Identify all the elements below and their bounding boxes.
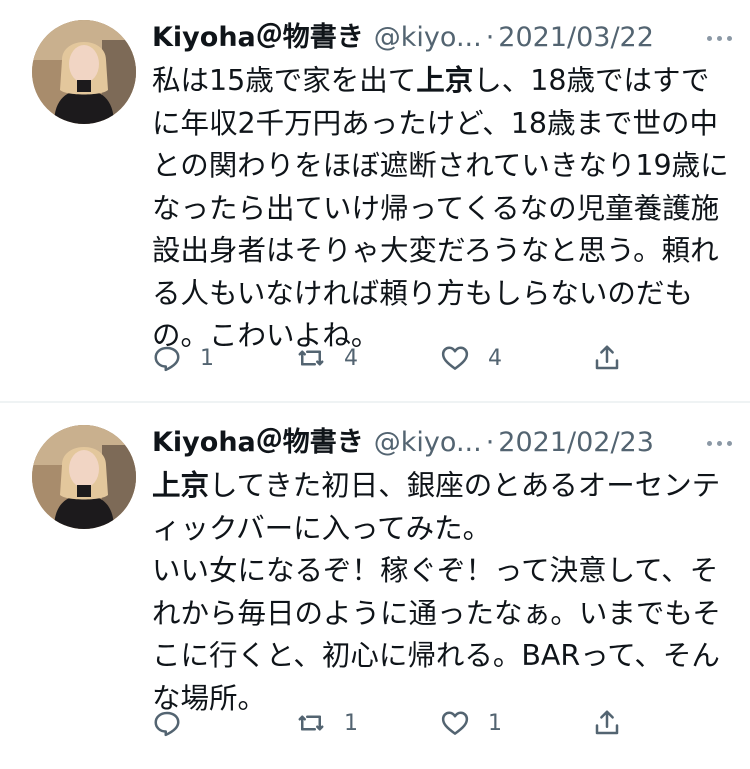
like-icon	[441, 711, 469, 735]
tweet-text: 上京してきた初日、銀座のとあるオーセンティックバーに入ってみた。 いい女になるぞ…	[152, 465, 732, 720]
author-handle[interactable]: @kiyo...	[374, 16, 482, 60]
share-icon	[595, 710, 619, 735]
tweet-text-highlight: 上京	[152, 469, 210, 502]
separator-dot: ·	[485, 427, 495, 458]
retweet-icon	[298, 350, 324, 366]
more-icon[interactable]	[705, 32, 734, 45]
tweet[interactable]: Kiyoha＠物書き @kiyo... · 2021/03/22 私は15歳で家…	[0, 0, 750, 402]
like-count: 1	[488, 710, 502, 736]
reply-icon	[154, 346, 180, 372]
author-name[interactable]: Kiyoha＠物書き	[152, 421, 364, 465]
like-count: 4	[488, 345, 502, 371]
retweet-icon	[298, 715, 324, 731]
retweet-count: 1	[344, 710, 358, 736]
tweet-header: Kiyoha＠物書き @kiyo... · 2021/03/22	[152, 16, 734, 60]
share-icon	[595, 345, 619, 370]
tweet-header: Kiyoha＠物書き @kiyo... · 2021/02/23	[152, 421, 734, 465]
retweet-button[interactable]: 1	[296, 708, 440, 738]
avatar-photo	[32, 20, 136, 124]
tweet-text-after: し、18歳ではすでに年収2千万円あったけど、18歳まで世の中との関わりをほぼ遮断…	[152, 64, 729, 352]
reply-count: 1	[200, 345, 214, 371]
reply-button[interactable]: 1	[152, 343, 296, 373]
tweet[interactable]: Kiyoha＠物書き @kiyo... · 2021/02/23 上京してきた初…	[0, 403, 750, 769]
tweet-actions: 1 4 4	[152, 338, 632, 378]
reply-icon	[154, 711, 180, 737]
retweet-count: 4	[344, 345, 358, 371]
tweet-text: 私は15歳で家を出て上京し、18歳ではすでに年収2千万円あったけど、18歳まで世…	[152, 60, 732, 358]
tweet-feed: Kiyoha＠物書き @kiyo... · 2021/03/22 私は15歳で家…	[0, 0, 750, 769]
like-icon	[441, 346, 469, 370]
avatar[interactable]	[32, 425, 136, 529]
more-icon[interactable]	[705, 437, 734, 450]
avatar-photo	[32, 425, 136, 529]
tweet-date[interactable]: 2021/02/23	[498, 421, 654, 465]
author-name[interactable]: Kiyoha＠物書き	[152, 16, 364, 60]
tweet-actions: 1 1	[152, 703, 632, 743]
like-button[interactable]: 4	[440, 343, 584, 373]
author-handle[interactable]: @kiyo...	[374, 421, 482, 465]
tweet-text-highlight: 上京	[416, 64, 474, 97]
tweet-text-after: してきた初日、銀座のとあるオーセンティックバーに入ってみた。 いい女になるぞ！稼…	[152, 469, 721, 715]
share-button[interactable]	[592, 708, 622, 738]
separator-dot: ·	[485, 22, 495, 53]
tweet-date[interactable]: 2021/03/22	[498, 16, 654, 60]
reply-button[interactable]	[152, 708, 296, 738]
tweet-text-before: 私は15歳で家を出て	[152, 64, 417, 97]
like-button[interactable]: 1	[440, 708, 584, 738]
avatar[interactable]	[32, 20, 136, 124]
retweet-button[interactable]: 4	[296, 343, 440, 373]
share-button[interactable]	[592, 343, 622, 373]
